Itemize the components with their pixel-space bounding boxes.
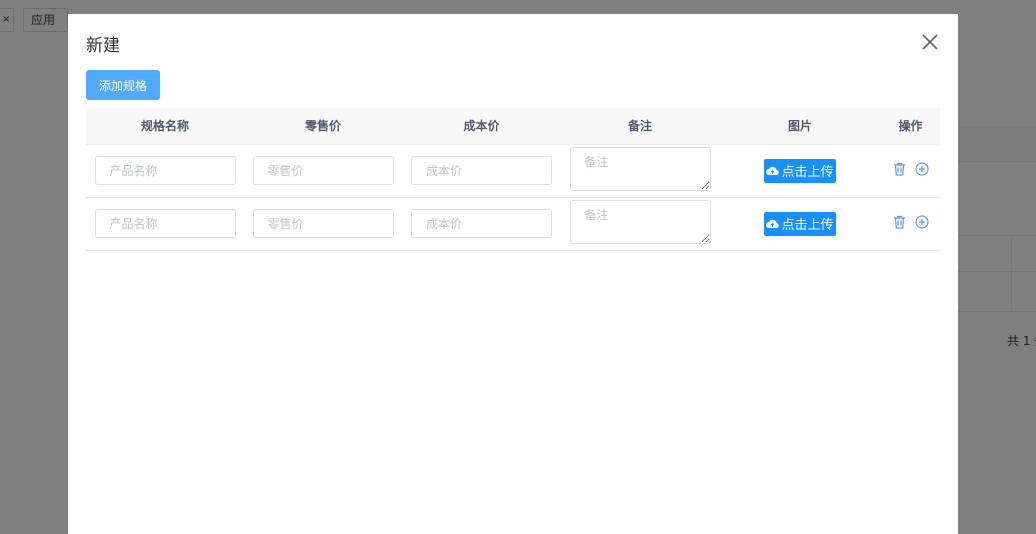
- upload-button[interactable]: 点击上传: [764, 158, 836, 183]
- col-header: 备注: [561, 108, 719, 145]
- bg-tab-close: ×: [0, 8, 14, 32]
- bg-divider: [958, 271, 1036, 272]
- note-textarea[interactable]: [569, 147, 711, 191]
- new-dialog: 新建 添加规格 规格名称 零售价 成本价 备注 图片 操作 点击上传 点击上传: [68, 14, 958, 534]
- retail-price-input[interactable]: [252, 156, 394, 185]
- bg-table-header: [958, 127, 1036, 161]
- upload-label: 点击上传: [781, 165, 834, 180]
- cloud-upload-icon: [766, 166, 780, 176]
- cost-price-input[interactable]: [411, 156, 552, 185]
- dialog-title: 新建: [86, 36, 120, 56]
- col-header: 成本价: [402, 108, 561, 145]
- delete-icon[interactable]: [893, 162, 906, 176]
- col-header: 操作: [881, 108, 940, 145]
- table-row: 点击上传: [86, 197, 940, 251]
- retail-price-input[interactable]: [252, 209, 394, 238]
- add-circle-icon[interactable]: [914, 162, 929, 176]
- upload-button[interactable]: 点击上传: [764, 211, 836, 236]
- add-circle-icon[interactable]: [914, 215, 929, 229]
- close-icon[interactable]: [920, 32, 940, 52]
- bg-divider: [958, 311, 1036, 312]
- add-spec-button[interactable]: 添加规格: [86, 70, 160, 100]
- spec-name-input[interactable]: [94, 156, 236, 185]
- delete-icon[interactable]: [893, 215, 906, 229]
- cloud-upload-icon: [766, 219, 780, 229]
- bg-divider: [1011, 235, 1012, 311]
- upload-label: 点击上传: [781, 218, 834, 233]
- bg-divider: [958, 161, 1036, 162]
- bg-tag: 应用: [23, 8, 68, 32]
- spec-table: 规格名称 零售价 成本价 备注 图片 操作 点击上传 点击上传: [86, 108, 940, 251]
- note-textarea[interactable]: [569, 200, 711, 244]
- bg-pagination-total: 共 1 条: [1007, 334, 1036, 348]
- bg-divider: [958, 235, 1036, 236]
- spec-name-input[interactable]: [94, 209, 236, 238]
- col-header: 图片: [719, 108, 881, 145]
- col-header: 规格名称: [86, 108, 244, 145]
- table-row: 点击上传: [86, 144, 940, 198]
- cost-price-input[interactable]: [411, 209, 552, 238]
- col-header: 零售价: [244, 108, 402, 145]
